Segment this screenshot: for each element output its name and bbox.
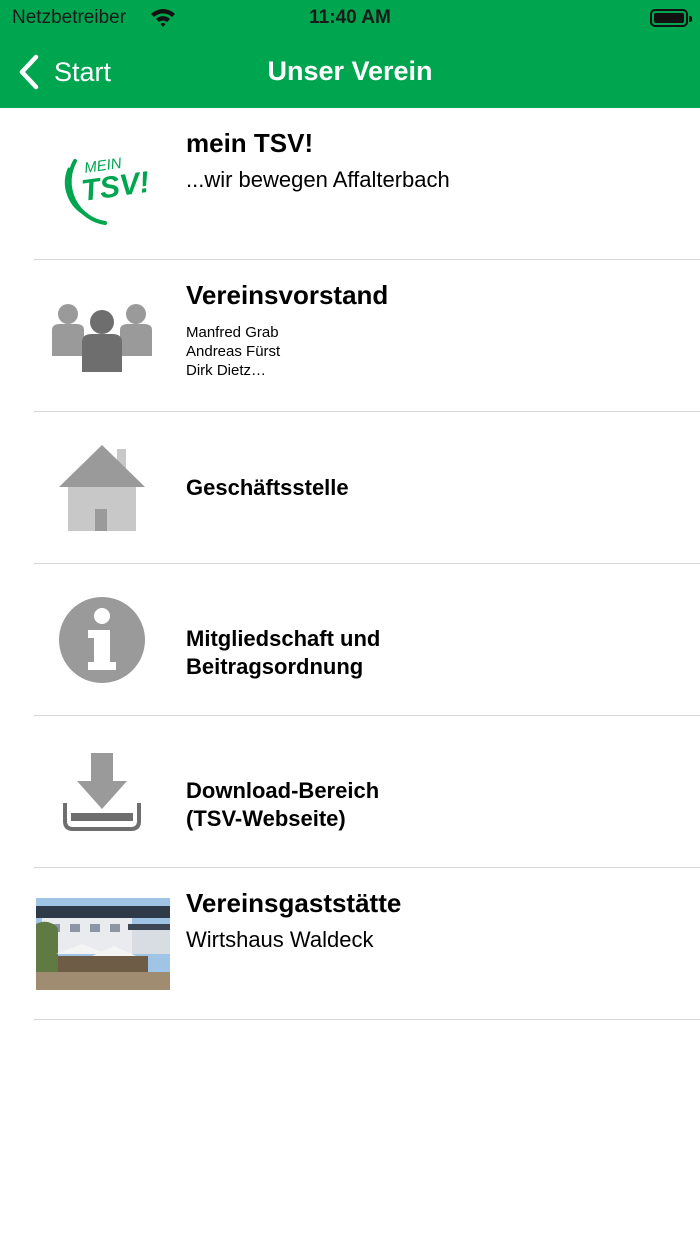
- item-title-line1: Mitgliedschaft und: [186, 626, 381, 651]
- item-title-line1: Download-Bereich: [186, 778, 380, 803]
- list-item-mein-tsv[interactable]: MEIN TSV! mein TSV! ...wir bewegen Affal…: [34, 108, 700, 260]
- page-title: Unser Verein: [267, 56, 433, 86]
- item-subtitle: ...wir bewegen Affalterbach: [186, 167, 450, 192]
- list-item-geschaeftsstelle[interactable]: Geschäftsstelle: [34, 412, 700, 564]
- list-item-mitgliedschaft[interactable]: Mitgliedschaft und Beitragsordnung: [34, 564, 700, 716]
- board-member: Dirk Dietz…: [186, 362, 267, 379]
- header: Netzbetreiber 11:40 AM Start Unser Verei…: [0, 0, 700, 108]
- info-icon: [34, 564, 170, 716]
- people-icon: [34, 260, 170, 412]
- list-item-vereinsvorstand[interactable]: Vereinsvorstand Manfred Grab Andreas Für…: [34, 260, 700, 412]
- item-title: mein TSV!: [186, 128, 314, 158]
- battery-icon: [650, 9, 692, 27]
- board-member: Manfred Grab: [186, 324, 279, 341]
- item-title-line2: Beitragsordnung: [186, 654, 364, 679]
- nav-bar: Start Unser Verein: [0, 36, 700, 108]
- restaurant-photo: [34, 868, 170, 1020]
- item-subtitle: Wirtshaus Waldeck: [186, 927, 374, 952]
- item-title-line2: (TSV-Webseite): [186, 806, 346, 831]
- item-title: Vereinsgaststätte: [186, 888, 402, 918]
- status-bar: Netzbetreiber 11:40 AM: [0, 0, 700, 36]
- item-title: Geschäftsstelle: [186, 475, 349, 500]
- list-item-vereinsgaststaette[interactable]: Vereinsgaststätte Wirtshaus Waldeck: [34, 868, 700, 1020]
- download-icon: [34, 716, 170, 868]
- house-icon: [34, 412, 170, 564]
- tsv-logo-icon: MEIN TSV!: [34, 108, 170, 260]
- menu-list: MEIN TSV! mein TSV! ...wir bewegen Affal…: [34, 108, 700, 1020]
- clock: 11:40 AM: [309, 7, 391, 28]
- list-item-download[interactable]: Download-Bereich (TSV-Webseite): [34, 716, 700, 868]
- item-title: Vereinsvorstand: [186, 280, 389, 310]
- board-member: Andreas Fürst: [186, 343, 281, 360]
